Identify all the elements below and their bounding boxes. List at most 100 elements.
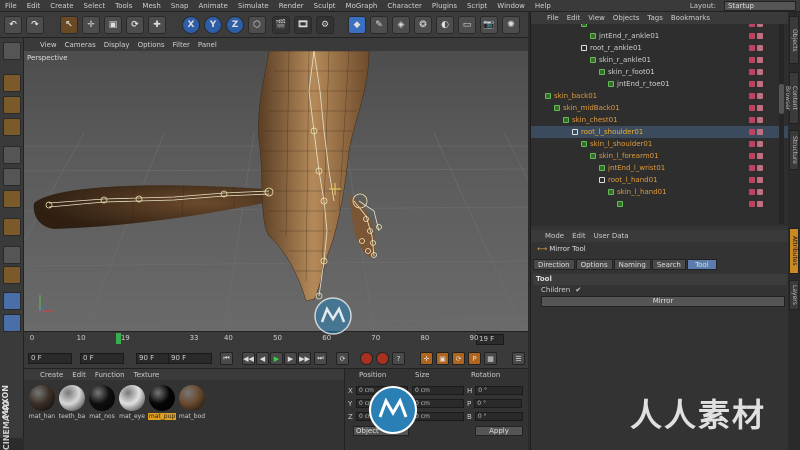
tag-icon[interactable]	[749, 201, 755, 207]
tag-icon[interactable]	[749, 189, 755, 195]
go-to-start-icon[interactable]: ⏮	[220, 352, 233, 365]
object-menu-edit[interactable]: Edit	[567, 14, 581, 22]
tag-icon[interactable]	[749, 24, 755, 27]
object-menu-objects[interactable]: Objects	[613, 14, 639, 22]
key-rotation-icon[interactable]: ⟳	[452, 352, 465, 365]
object-tree-row[interactable]: skin_midBack01	[531, 102, 789, 114]
object-menu-view[interactable]: View	[588, 14, 605, 22]
viewport-menu-filter[interactable]: Filter	[173, 41, 190, 49]
tag-icon[interactable]	[757, 45, 763, 51]
camera-icon[interactable]: 📷	[480, 16, 498, 34]
z-axis-lock-icon[interactable]: Z	[226, 16, 244, 34]
viewport-scene[interactable]	[24, 51, 528, 331]
object-tree[interactable]: jntEnd_r_ankle01 root_r_ankle01 skin_r_ank…	[531, 24, 789, 226]
key-scale-icon[interactable]: ▣	[436, 352, 449, 365]
tag-icon[interactable]	[749, 33, 755, 39]
next-frame-icon[interactable]: ▶	[284, 352, 297, 365]
timeline-options-icon[interactable]: ☰	[512, 352, 525, 365]
material-swatch[interactable]: mat_eye	[118, 385, 146, 420]
record-active-icon[interactable]	[360, 352, 373, 365]
render-picture-viewer-icon[interactable]: 🎞	[294, 16, 312, 34]
tab-tool[interactable]: Tool	[686, 259, 717, 270]
object-node[interactable]: skin_l_shoulder01	[581, 138, 652, 150]
tag-icon[interactable]	[749, 177, 755, 183]
size-field[interactable]: 0 cm	[412, 412, 464, 421]
menu-item-animate[interactable]: Animate	[193, 2, 232, 10]
object-tree-row[interactable]: skin_chest01	[531, 114, 789, 126]
material-preview-ball[interactable]	[149, 385, 175, 411]
texture-mode-icon[interactable]	[3, 96, 21, 114]
menu-item-tools[interactable]: Tools	[110, 2, 137, 10]
key-pla-icon[interactable]: ▦	[484, 352, 497, 365]
material-swatch[interactable]: teeth_ba	[58, 385, 86, 420]
tag-icon[interactable]	[757, 24, 763, 27]
polygons-mode-icon[interactable]	[3, 190, 21, 208]
object-node[interactable]: skin_r_ankle01	[590, 54, 651, 66]
object-node[interactable]: skin_l_hand01	[608, 186, 667, 198]
rotation-field[interactable]: 0 °	[474, 399, 523, 408]
viewport-menu-view[interactable]: View	[40, 41, 57, 49]
tag-icon[interactable]	[749, 165, 755, 171]
object-node[interactable]: jntEnd_r_toe01	[608, 78, 670, 90]
next-key-icon[interactable]: ▶▶	[298, 352, 311, 365]
object-node[interactable]: skin_r_foot01	[599, 66, 655, 78]
tag-icon[interactable]	[749, 141, 755, 147]
side-tab-objects[interactable]: Objects	[789, 16, 799, 64]
keyframe-selection-icon[interactable]: ?	[392, 352, 405, 365]
side-tab-attributes[interactable]: Attributes	[789, 228, 799, 274]
tag-icon[interactable]	[757, 141, 763, 147]
side-tab-structure[interactable]: Structure	[789, 130, 799, 170]
size-field[interactable]: 0 cm	[412, 399, 464, 408]
menu-item-help[interactable]: Help	[530, 2, 556, 10]
current-frame-field[interactable]: 19 F	[476, 334, 504, 345]
previous-frame-icon[interactable]: ◀	[256, 352, 269, 365]
light-icon[interactable]: ✺	[502, 16, 520, 34]
object-tree-row[interactable]: root_l_shoulder01	[531, 126, 789, 138]
tag-icon[interactable]	[757, 33, 763, 39]
object-tree-row[interactable]: root_r_ankle01	[531, 42, 789, 54]
tag-icon[interactable]	[757, 129, 763, 135]
tag-icon[interactable]	[749, 69, 755, 75]
tag-icon[interactable]	[757, 117, 763, 123]
viewport-perspective[interactable]: Perspective	[24, 51, 528, 331]
size-field[interactable]: 0 cm	[412, 386, 464, 395]
tag-icon[interactable]	[757, 69, 763, 75]
tag-icon[interactable]	[749, 129, 755, 135]
cube-primitive-icon[interactable]: ◆	[348, 16, 366, 34]
tag-icon[interactable]	[749, 57, 755, 63]
menu-item-script[interactable]: Script	[462, 2, 492, 10]
material-menu-create[interactable]: Create	[40, 371, 63, 379]
menu-item-snap[interactable]: Snap	[166, 2, 194, 10]
menu-item-mograph[interactable]: MoGraph	[341, 2, 383, 10]
object-tree-row[interactable]: skin_back01	[531, 90, 789, 102]
object-node[interactable]	[617, 198, 626, 210]
menu-item-simulate[interactable]: Simulate	[233, 2, 274, 10]
edges-mode-icon[interactable]	[3, 168, 21, 186]
preview-start-field[interactable]: 0 F	[80, 353, 124, 364]
viewport-menu-panel[interactable]: Panel	[198, 41, 217, 49]
viewport-menu-options[interactable]: Options	[138, 41, 165, 49]
lock-workplane-icon[interactable]	[3, 292, 21, 310]
autokey-icon[interactable]	[376, 352, 389, 365]
scene-floor-icon[interactable]: ▭	[458, 16, 476, 34]
array-icon[interactable]: ❂	[414, 16, 432, 34]
children-option[interactable]: Children ✔	[541, 286, 581, 294]
object-node[interactable]: jntEnd_l_wrist01	[599, 162, 665, 174]
side-tab-layers[interactable]: Layers	[789, 280, 799, 310]
go-to-end-icon[interactable]: ⏭	[314, 352, 327, 365]
material-preview-ball[interactable]	[89, 385, 115, 411]
material-menu-edit[interactable]: Edit	[72, 371, 86, 379]
object-tree-row[interactable]: jntEnd_l_wrist01	[531, 162, 789, 174]
menu-item-create[interactable]: Create	[45, 2, 78, 10]
object-node[interactable]: root_l_shoulder01	[572, 126, 643, 138]
menu-item-edit[interactable]: Edit	[22, 2, 46, 10]
undo-icon[interactable]: ↶	[4, 16, 22, 34]
y-axis-lock-icon[interactable]: Y	[204, 16, 222, 34]
object-node[interactable]: skin_chest01	[563, 114, 617, 126]
children-checkbox[interactable]: ✔	[575, 286, 581, 294]
object-tree-row[interactable]: skin_l_forearm01	[531, 150, 789, 162]
x-axis-lock-icon[interactable]: X	[182, 16, 200, 34]
key-position-icon[interactable]: ✛	[420, 352, 433, 365]
rotate-icon[interactable]: ⟳	[126, 16, 144, 34]
make-editable-icon[interactable]	[3, 42, 21, 60]
